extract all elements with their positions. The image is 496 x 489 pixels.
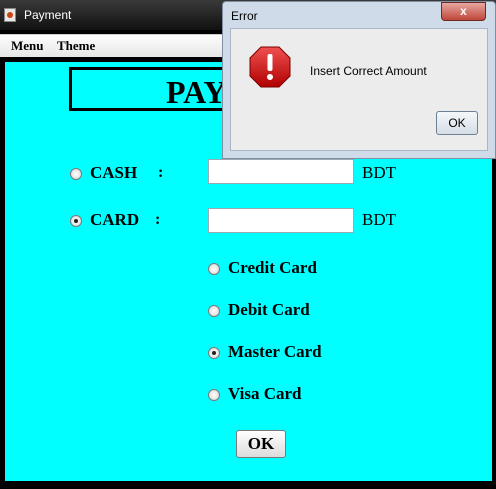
cash-unit: BDT: [362, 163, 396, 182]
dialog-close-button[interactable]: x: [441, 2, 486, 21]
cash-radio[interactable]: [70, 168, 82, 180]
cash-colon: :: [158, 164, 164, 181]
java-app-icon: [4, 8, 16, 22]
cash-label: CASH: [90, 163, 138, 182]
visa-card-label: Visa Card: [228, 384, 302, 403]
window-title: Payment: [24, 8, 72, 22]
debit-card-label: Debit Card: [228, 300, 310, 319]
menu-theme[interactable]: Theme: [57, 38, 95, 54]
dialog-body: Insert Correct Amount OK: [230, 28, 488, 151]
master-card-label: Master Card: [228, 342, 322, 361]
menu-menu[interactable]: Menu: [11, 38, 44, 54]
master-card-radio[interactable]: [208, 347, 220, 359]
card-radio[interactable]: [70, 215, 82, 227]
debit-card-radio[interactable]: [208, 305, 220, 317]
error-dialog: Error x Insert Correct Amount OK: [222, 1, 496, 159]
cash-amount-input[interactable]: [208, 159, 354, 184]
dialog-title: Error: [231, 9, 258, 23]
credit-card-label: Credit Card: [228, 258, 317, 277]
dialog-ok-button[interactable]: OK: [436, 111, 478, 135]
stop-error-icon: [249, 46, 291, 88]
dialog-message: Insert Correct Amount: [310, 64, 427, 78]
card-unit: BDT: [362, 210, 396, 229]
page-title: PAY: [166, 74, 227, 110]
visa-card-radio[interactable]: [208, 389, 220, 401]
ok-button[interactable]: OK: [236, 430, 286, 458]
card-amount-input[interactable]: [208, 208, 354, 233]
card-label: CARD: [90, 210, 140, 229]
card-colon: :: [155, 211, 161, 228]
credit-card-radio[interactable]: [208, 263, 220, 275]
